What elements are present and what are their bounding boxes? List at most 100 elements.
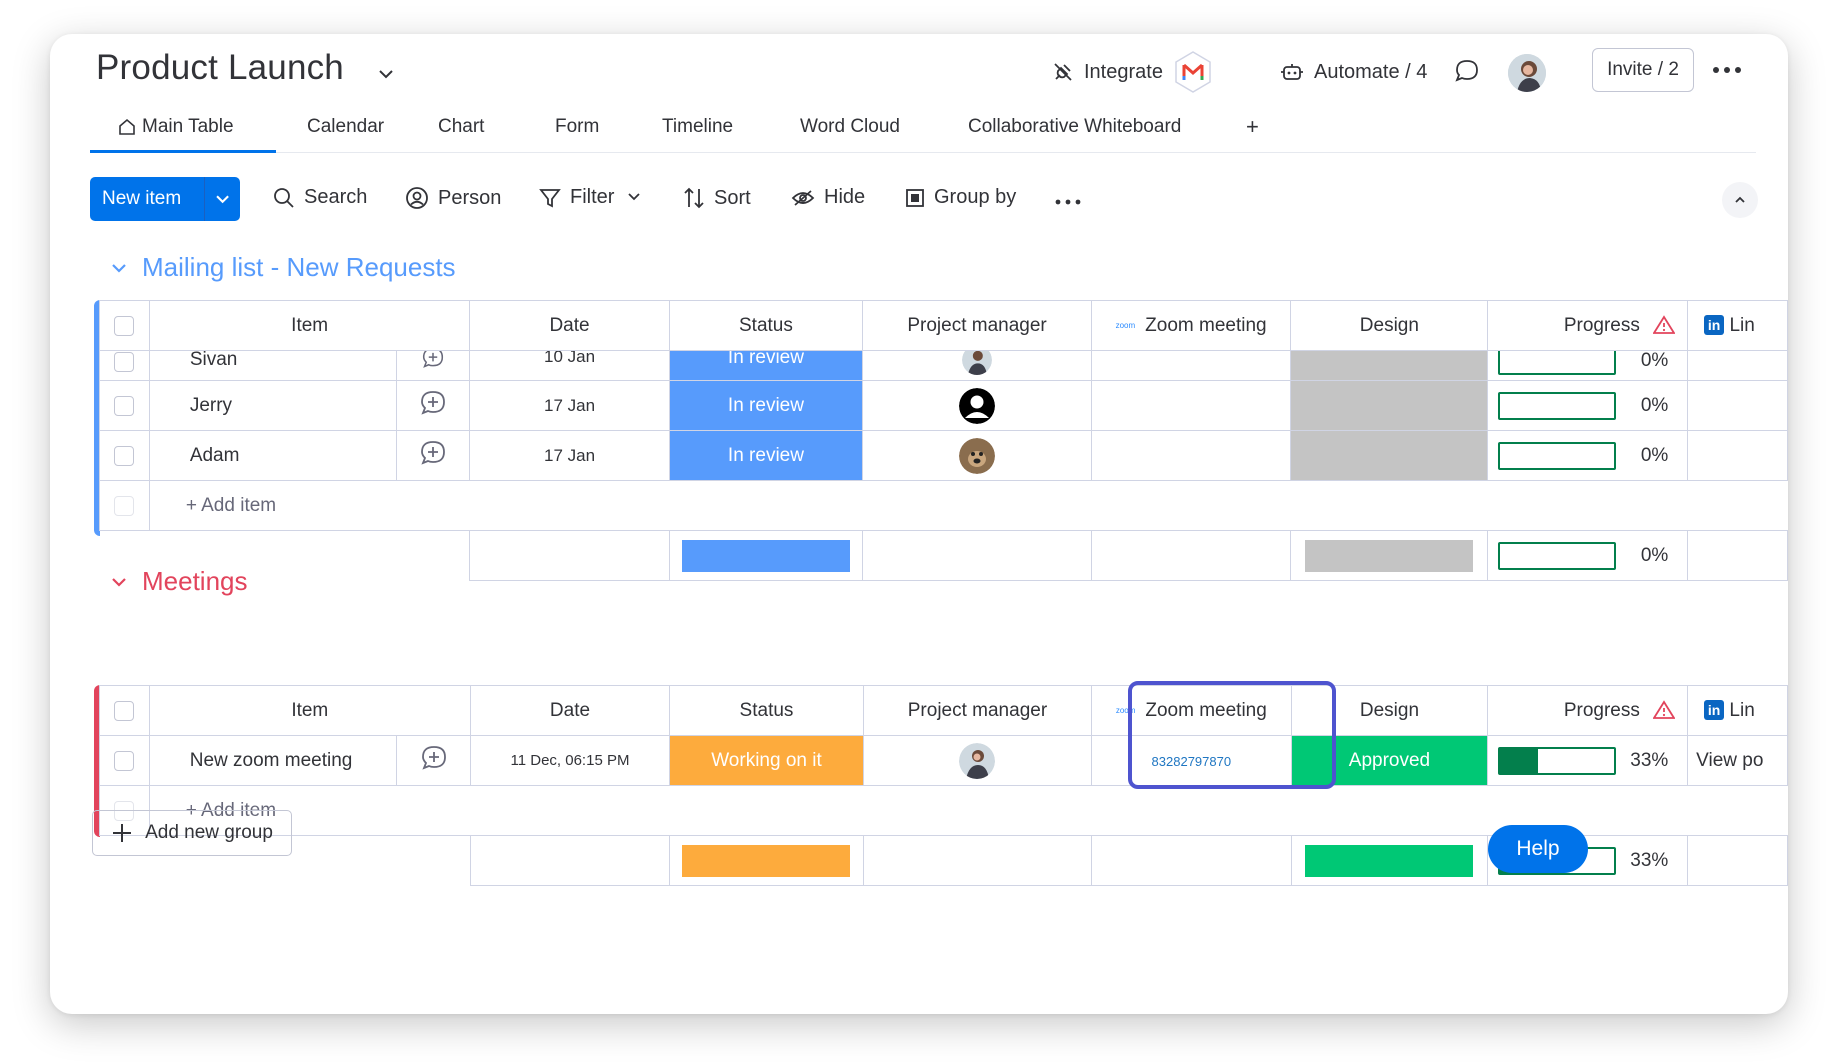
new-item-dropdown-icon[interactable] [205, 189, 240, 209]
user-avatar[interactable] [1508, 54, 1546, 92]
row-select-cell[interactable] [100, 381, 150, 431]
group-title[interactable]: Mailing list - New Requests [142, 252, 456, 283]
board-title[interactable]: Product Launch [96, 48, 344, 88]
design-cell[interactable] [1291, 431, 1488, 481]
tab-calendar[interactable]: Calendar [307, 116, 384, 138]
add-item-input[interactable]: + Add item [149, 481, 1787, 531]
tab-timeline[interactable]: Timeline [662, 116, 733, 138]
table-row[interactable]: Adam 17 Jan In review 0% [100, 431, 1788, 481]
person-filter-button[interactable]: Person [405, 186, 501, 210]
item-cell[interactable]: Adam [149, 431, 396, 481]
filter-button[interactable]: Filter [539, 186, 645, 209]
row-checkbox[interactable] [114, 751, 134, 771]
select-all-cell[interactable] [100, 686, 150, 736]
status-cell[interactable]: In review [669, 381, 863, 431]
column-header-item[interactable]: Item [149, 686, 470, 736]
group-collapse-chevron-icon[interactable] [110, 259, 128, 277]
status-cell[interactable]: In review [669, 351, 863, 381]
linkedin-cell[interactable]: View po [1688, 736, 1788, 786]
design-cell[interactable] [1291, 351, 1488, 381]
project-manager-cell[interactable] [863, 381, 1091, 431]
column-header-zoom[interactable]: zoomZoom meeting [1091, 301, 1291, 351]
updates-cell[interactable] [396, 351, 470, 381]
column-header-project-manager[interactable]: Project manager [863, 301, 1091, 351]
invite-button[interactable]: Invite / 2 [1592, 48, 1694, 92]
add-new-group-button[interactable]: Add new group [92, 810, 292, 856]
column-header-project-manager[interactable]: Project manager [863, 686, 1091, 736]
row-select-cell[interactable] [100, 736, 150, 786]
updates-cell[interactable] [396, 381, 470, 431]
column-header-linkedin[interactable]: in Lin [1688, 301, 1788, 351]
column-header-progress[interactable]: Progress [1488, 301, 1688, 351]
add-item-row[interactable]: + Add item [100, 481, 1788, 531]
project-manager-cell[interactable] [863, 431, 1091, 481]
tab-chart[interactable]: Chart [438, 116, 484, 138]
item-cell[interactable]: Sivan [149, 351, 396, 381]
project-manager-cell[interactable] [863, 351, 1091, 381]
select-all-cell[interactable] [100, 301, 150, 351]
title-chevron-icon[interactable] [376, 64, 396, 84]
status-cell[interactable]: Working on it [670, 736, 864, 786]
project-manager-cell[interactable] [863, 736, 1091, 786]
linkedin-cell[interactable] [1688, 351, 1788, 381]
date-cell[interactable]: 17 Jan [470, 431, 669, 481]
column-header-design[interactable]: Design [1291, 301, 1488, 351]
add-update-icon[interactable] [420, 440, 446, 466]
integrate-button[interactable]: Integrate [1052, 50, 1213, 94]
select-all-checkbox[interactable] [114, 701, 134, 721]
table-row[interactable]: Jerry 17 Jan In review 0% [100, 381, 1788, 431]
updates-cell[interactable] [396, 431, 470, 481]
toolbar-more-icon[interactable] [1055, 199, 1081, 205]
column-header-date[interactable]: Date [470, 686, 669, 736]
group-by-button[interactable]: Group by [905, 186, 1016, 209]
status-cell[interactable]: In review [669, 431, 863, 481]
item-cell[interactable]: Jerry [149, 381, 396, 431]
add-update-icon[interactable] [420, 390, 446, 416]
column-header-status[interactable]: Status [669, 301, 863, 351]
tab-form[interactable]: Form [555, 116, 599, 138]
new-item-button[interactable]: New item [90, 177, 240, 221]
hide-button[interactable]: Hide [791, 186, 865, 209]
date-cell[interactable]: 10 Jan [470, 351, 669, 381]
updates-chat-icon[interactable] [1454, 58, 1480, 84]
row-select-cell[interactable] [100, 351, 150, 381]
group-collapse-chevron-icon[interactable] [110, 573, 128, 591]
zoom-cell[interactable] [1091, 431, 1291, 481]
row-checkbox[interactable] [114, 446, 134, 466]
column-header-progress[interactable]: Progress [1488, 686, 1688, 736]
more-options-icon[interactable] [1712, 66, 1742, 74]
tab-main-table[interactable]: Main Table [118, 116, 234, 138]
linkedin-cell[interactable] [1688, 431, 1788, 481]
column-header-item[interactable]: Item [149, 301, 470, 351]
automate-button[interactable]: Automate / 4 [1280, 50, 1427, 94]
collapse-header-button[interactable] [1722, 182, 1758, 218]
column-header-date[interactable]: Date [470, 301, 669, 351]
zoom-cell[interactable] [1091, 381, 1291, 431]
column-header-linkedin[interactable]: in Lin [1688, 686, 1788, 736]
group-title[interactable]: Meetings [142, 566, 248, 597]
group-header-meetings[interactable]: Meetings [110, 566, 248, 597]
updates-cell[interactable] [397, 736, 471, 786]
row-checkbox[interactable] [114, 352, 134, 372]
filter-dropdown-icon[interactable] [623, 191, 645, 205]
linkedin-cell[interactable] [1688, 381, 1788, 431]
search-button[interactable]: Search [273, 186, 367, 209]
design-cell[interactable] [1291, 381, 1488, 431]
date-cell[interactable]: 11 Dec, 06:15 PM [470, 736, 669, 786]
add-update-icon[interactable] [420, 351, 446, 370]
row-checkbox[interactable] [114, 396, 134, 416]
tab-word-cloud[interactable]: Word Cloud [800, 116, 900, 138]
table-row[interactable]: Sivan 10 Jan In review 0% [100, 351, 1788, 381]
tab-collaborative-whiteboard[interactable]: Collaborative Whiteboard [968, 116, 1181, 138]
group-header-mailing-list[interactable]: Mailing list - New Requests [110, 252, 456, 283]
item-cell[interactable]: New zoom meeting [149, 736, 397, 786]
add-view-button[interactable]: + [1246, 114, 1259, 140]
table-row[interactable]: New zoom meeting 11 Dec, 06:15 PM Workin… [100, 736, 1788, 786]
add-update-icon[interactable] [421, 745, 447, 771]
select-all-checkbox[interactable] [114, 316, 134, 336]
zoom-cell[interactable] [1091, 351, 1291, 381]
help-button[interactable]: Help [1488, 825, 1588, 873]
row-select-cell[interactable] [100, 431, 150, 481]
date-cell[interactable]: 17 Jan [470, 381, 669, 431]
sort-button[interactable]: Sort [683, 186, 751, 210]
